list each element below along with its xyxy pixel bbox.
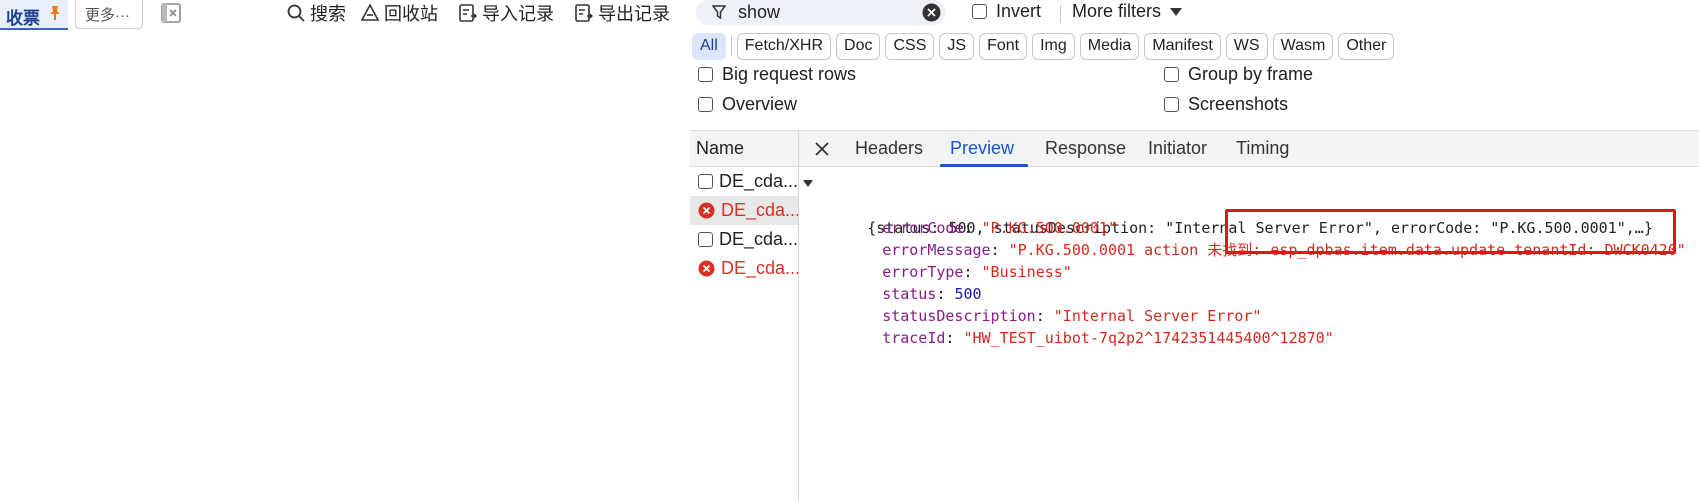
request-row[interactable]: DE_cda... [690, 254, 798, 283]
invert-option[interactable]: Invert [972, 1, 1041, 22]
tab-response[interactable]: Response [1045, 138, 1126, 159]
tab-more-label: 更多··· [85, 7, 130, 24]
clear-filter-icon[interactable] [922, 3, 941, 22]
more-filters-label: More filters [1072, 1, 1162, 21]
request-list: DE_cda... DE_cda... DE_cda... DE_cda... [690, 167, 798, 283]
devtools-network-panel: show Invert More filters All Fetch/XHR D… [690, 0, 1699, 501]
more-filters-dropdown[interactable]: More filters [1072, 1, 1183, 22]
request-row[interactable]: DE_cda... [690, 167, 798, 196]
type-chip-img[interactable]: Img [1032, 32, 1075, 60]
json-field: status: 500 [882, 285, 982, 303]
tab-label: 收票 [6, 9, 40, 28]
expand-caret-icon[interactable] [803, 180, 813, 187]
screenshots-checkbox[interactable] [1164, 97, 1179, 112]
toolbar-divider [1060, 5, 1061, 23]
chevron-down-icon [1170, 7, 1183, 16]
big-request-rows-label: Big request rows [722, 64, 857, 84]
import-record-icon [459, 4, 477, 22]
overview-label: Overview [722, 94, 798, 114]
group-by-frame-checkbox[interactable] [1164, 67, 1179, 82]
request-checkbox[interactable] [698, 232, 713, 247]
json-preview: {status: 500, statusDescription: "Intern… [803, 173, 1686, 347]
type-chip-all[interactable]: All [692, 32, 726, 60]
request-row[interactable]: DE_cda... [690, 225, 798, 254]
export-record-label: 导出记录 [598, 4, 670, 24]
error-icon [698, 202, 715, 219]
invert-label: Invert [996, 1, 1042, 21]
tab-headers[interactable]: Headers [855, 138, 923, 159]
json-value: "HW_TEST_uibot-7q2p2^1742351445400^12870… [963, 329, 1334, 347]
request-name: DE_cda... [721, 200, 798, 220]
tab-initiator[interactable]: Initiator [1148, 138, 1207, 159]
tab-receive-invoice[interactable]: 收票 [0, 0, 68, 30]
export-record-icon [575, 4, 593, 22]
filter-value: show [738, 2, 781, 22]
type-chip-media[interactable]: Media [1079, 32, 1140, 60]
filter-icon [712, 5, 726, 19]
pin-icon[interactable] [48, 5, 62, 21]
name-column-header[interactable]: Name [696, 138, 744, 159]
screenshots-label: Screenshots [1188, 94, 1289, 114]
import-record-tool[interactable]: 导入记录 [458, 0, 554, 26]
type-chip-doc[interactable]: Doc [836, 32, 881, 60]
search-tool-label: 搜索 [310, 4, 346, 24]
type-chip-font[interactable]: Font [979, 32, 1028, 60]
big-request-rows-checkbox[interactable] [698, 67, 713, 82]
request-name: DE_cda... [718, 229, 798, 249]
json-field: statusDescription: "Internal Server Erro… [882, 307, 1262, 325]
panel-divider[interactable] [798, 130, 799, 501]
json-summary-line[interactable]: {status: 500, statusDescription: "Intern… [803, 173, 1671, 237]
group-by-frame-option[interactable]: Group by frame [1164, 64, 1313, 85]
type-chip-fetch-xhr[interactable]: Fetch/XHR [736, 32, 832, 60]
type-divider [730, 36, 732, 56]
close-window-icon[interactable] [160, 2, 182, 24]
request-checkbox[interactable] [698, 174, 713, 189]
type-chip-manifest[interactable]: Manifest [1144, 32, 1221, 60]
error-icon [698, 260, 715, 277]
search-icon [287, 4, 305, 22]
invert-checkbox[interactable] [972, 4, 987, 19]
search-tool[interactable]: 搜索 [286, 0, 346, 26]
json-field: errorType: "Business" [882, 263, 1072, 281]
json-field: errorCode: "P.KG.500.0001" [882, 219, 1117, 237]
json-key: traceId [882, 329, 946, 347]
tab-preview[interactable]: Preview [950, 138, 1014, 159]
group-by-frame-label: Group by frame [1188, 64, 1314, 84]
filter-bar: show Invert More filters [690, 0, 1699, 30]
type-chip-css[interactable]: CSS [885, 32, 935, 60]
app-toolbar: 收票 更多··· 搜索 回收站 导入记录 导出记录 [0, 0, 690, 30]
type-chip-wasm[interactable]: Wasm [1272, 32, 1334, 60]
type-chip-ws[interactable]: WS [1225, 32, 1268, 60]
type-chip-js[interactable]: JS [939, 32, 975, 60]
overview-option[interactable]: Overview [698, 94, 797, 115]
overview-checkbox[interactable] [698, 97, 713, 112]
active-tab-indicator [940, 164, 1028, 167]
big-request-rows-option[interactable]: Big request rows [698, 64, 856, 85]
json-field: errorMessage: "P.KG.500.0001 action 未找到:… [882, 241, 1686, 259]
tab-more[interactable]: 更多··· [75, 0, 143, 29]
filter-input[interactable]: show [696, 0, 946, 25]
request-type-filters: All Fetch/XHR Doc CSS JS Font Img Media … [692, 32, 1395, 60]
recycle-bin-label: 回收站 [384, 4, 438, 24]
recycle-bin-tool[interactable]: 回收站 [360, 0, 438, 26]
tab-timing[interactable]: Timing [1236, 138, 1289, 159]
request-name: DE_cda... [721, 258, 798, 278]
type-chip-other[interactable]: Other [1338, 32, 1395, 60]
requests-header: Name Headers Preview Response Initiator … [690, 130, 1699, 167]
recycle-bin-icon [360, 3, 380, 21]
request-row[interactable]: DE_cda... [690, 196, 798, 225]
request-name: DE_cda... [718, 171, 798, 191]
export-record-tool[interactable]: 导出记录 [574, 0, 670, 26]
screenshots-option[interactable]: Screenshots [1164, 94, 1288, 115]
import-record-label: 导入记录 [482, 4, 554, 24]
close-icon[interactable] [813, 140, 831, 158]
json-field: traceId: "HW_TEST_uibot-7q2p2^1742351445… [882, 329, 1334, 347]
